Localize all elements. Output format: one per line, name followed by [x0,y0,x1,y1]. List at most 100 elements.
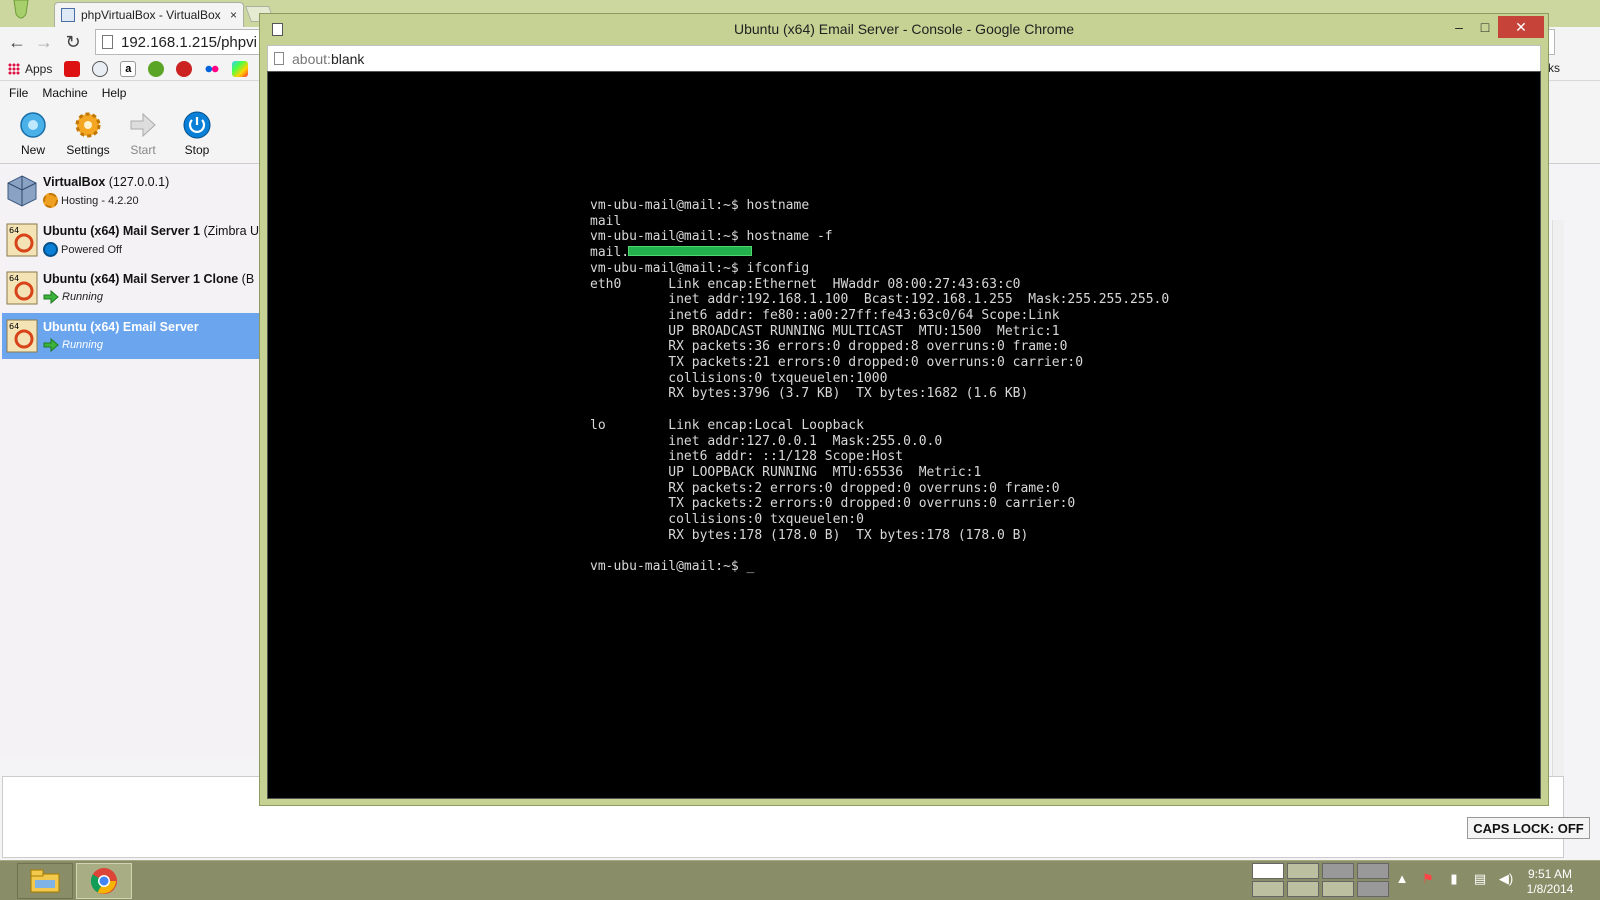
reddit-icon[interactable] [92,60,109,77]
address-text: 192.168.1.215/phpvi [121,33,257,51]
new-button[interactable]: New [5,110,61,162]
new-label: New [20,143,45,157]
file-explorer-button[interactable] [17,863,73,899]
power-icon [43,242,58,257]
chrome-icon [90,868,117,894]
caps-lock-indicator: CAPS LOCK: OFF [1467,817,1590,839]
forward-arrow-icon[interactable]: → [34,31,54,53]
tab-phpvirtualbox[interactable]: phpVirtualBox - VirtualBox × [54,2,244,27]
settings-label: Settings [66,143,110,157]
vm-name: VirtualBox [43,175,106,189]
taskbar-window-thumbnails[interactable] [1252,863,1392,899]
vm-status: Hosting - 4.2.20 [61,194,139,207]
window-thumbnail[interactable] [1322,881,1354,897]
user-avatar-icon[interactable] [8,0,34,24]
running-arrow-icon [43,290,59,304]
vm-sub: (B [238,272,255,286]
window-thumbnail[interactable] [1287,881,1319,897]
terminal-text-after: vm-ubu-mail@mail:~$ ifconfig eth0 Link e… [590,260,1170,575]
vm-item-virtualbox-host[interactable]: VirtualBox (127.0.0.1) Hosting - 4.2.20 [2,168,262,214]
menu-machine[interactable]: Machine [42,86,87,100]
youtube-icon[interactable] [64,60,81,77]
maximize-button[interactable]: □ [1472,16,1498,38]
ubuntu-64-icon: 64 [6,319,38,353]
start-label: Start [130,143,156,157]
svg-text:64: 64 [9,226,19,235]
terminal-output: vm-ubu-mail@mail:~$ hostname mail vm-ubu… [590,198,1169,575]
vm-sub: (127.0.0.1) [105,175,170,189]
start-arrow-icon [128,110,158,140]
settings-button[interactable]: Settings [60,110,116,162]
menu-file[interactable]: File [9,86,28,100]
vm-status: Powered Off [61,243,122,256]
vm-sub: (Zimbra U [200,224,260,238]
popup-address-bar[interactable]: about:blank [267,45,1541,72]
running-arrow-icon [43,338,59,352]
new-vm-icon [18,110,48,140]
virtualbox-cube-icon [7,175,37,207]
taskbar-clock[interactable]: 9:51 AM 1/8/2014 [1510,867,1590,897]
vm-name: Ubuntu (x64) Mail Server 1 Clone [43,272,239,286]
vm-list: VirtualBox (127.0.0.1) Hosting - 4.2.20 … [0,165,262,757]
back-arrow-icon[interactable]: ← [7,31,27,53]
page-icon [102,35,113,49]
window-thumbnail[interactable] [1357,881,1389,897]
amazon-icon[interactable]: a [120,60,137,77]
reload-icon[interactable]: ↻ [63,31,83,53]
gear-icon [73,110,103,140]
terminal-cursor: _ [746,559,755,575]
apps-label: Apps [25,61,53,76]
window-thumbnail[interactable] [1252,881,1284,897]
window-thumbnail[interactable] [1357,863,1389,879]
start-button[interactable]: Start [115,110,171,162]
vm-status: Running [62,291,103,303]
power-icon [182,110,212,140]
power-plug-icon[interactable]: ▮ [1446,871,1462,887]
vm-item-email-server[interactable]: 64 Ubuntu (x64) Email Server Running [2,313,262,359]
system-tray: ▲ ⚑ ▮ ▤ ◀) [1394,871,1514,887]
vm-item-mail-server-1-clone[interactable]: 64 Ubuntu (x64) Mail Server 1 Clone (B R… [2,265,262,311]
page-icon [274,52,284,65]
vm-status: Running [62,339,103,351]
window-thumbnail[interactable] [1252,863,1284,879]
svg-text:64: 64 [9,274,19,283]
virtualbox-favicon-icon [61,8,75,22]
vm-item-mail-server-1[interactable]: 64 Ubuntu (x64) Mail Server 1 (Zimbra U … [2,217,262,263]
apps-grid-icon [8,62,20,75]
popup-title: Ubuntu (x64) Email Server - Console - Go… [733,21,1075,37]
clock-time: 9:51 AM [1527,867,1573,881]
apps-bookmark[interactable]: Apps [8,62,52,76]
tab-title: phpVirtualBox - VirtualBox [81,8,221,22]
stop-button[interactable]: Stop [169,110,225,162]
evernote-icon[interactable] [148,60,165,77]
flickr-icon[interactable] [204,60,221,77]
chrome-taskbar-button[interactable] [76,863,132,899]
console-popup-window: Ubuntu (x64) Email Server - Console - Go… [259,13,1549,806]
redaction-bar [629,246,752,255]
lastfm-icon[interactable] [176,60,193,77]
google-play-icon[interactable] [232,60,249,77]
chevron-up-icon[interactable]: ▲ [1394,871,1410,887]
close-button[interactable]: ✕ [1498,16,1544,38]
window-thumbnail[interactable] [1287,863,1319,879]
action-center-flag-icon[interactable]: ⚑ [1420,871,1436,887]
taskbar: ▲ ⚑ ▮ ▤ ◀) 9:51 AM 1/8/2014 [0,860,1600,900]
address-rest: blank [330,50,365,67]
page-scrollbar[interactable] [1552,220,1564,780]
stop-label: Stop [184,143,210,157]
vm-name: Ubuntu (x64) Mail Server 1 [43,224,200,238]
window-thumbnail[interactable] [1322,863,1354,879]
vm-name: Ubuntu (x64) Email Server [43,320,199,334]
gear-icon [43,193,58,208]
minimize-button[interactable]: – [1446,16,1472,38]
bookmarks-overflow-text[interactable]: ks [1548,61,1560,75]
menu-help[interactable]: Help [102,86,127,100]
ubuntu-64-icon: 64 [6,223,38,257]
vm-console-screen[interactable]: vm-ubu-mail@mail:~$ hostname mail vm-ubu… [267,71,1541,799]
svg-text:64: 64 [9,322,19,331]
file-explorer-icon [30,869,60,893]
ubuntu-64-icon: 64 [6,271,38,305]
close-tab-icon[interactable]: × [230,8,237,22]
network-icon[interactable]: ▤ [1472,871,1488,887]
clock-date: 1/8/2014 [1526,882,1574,896]
